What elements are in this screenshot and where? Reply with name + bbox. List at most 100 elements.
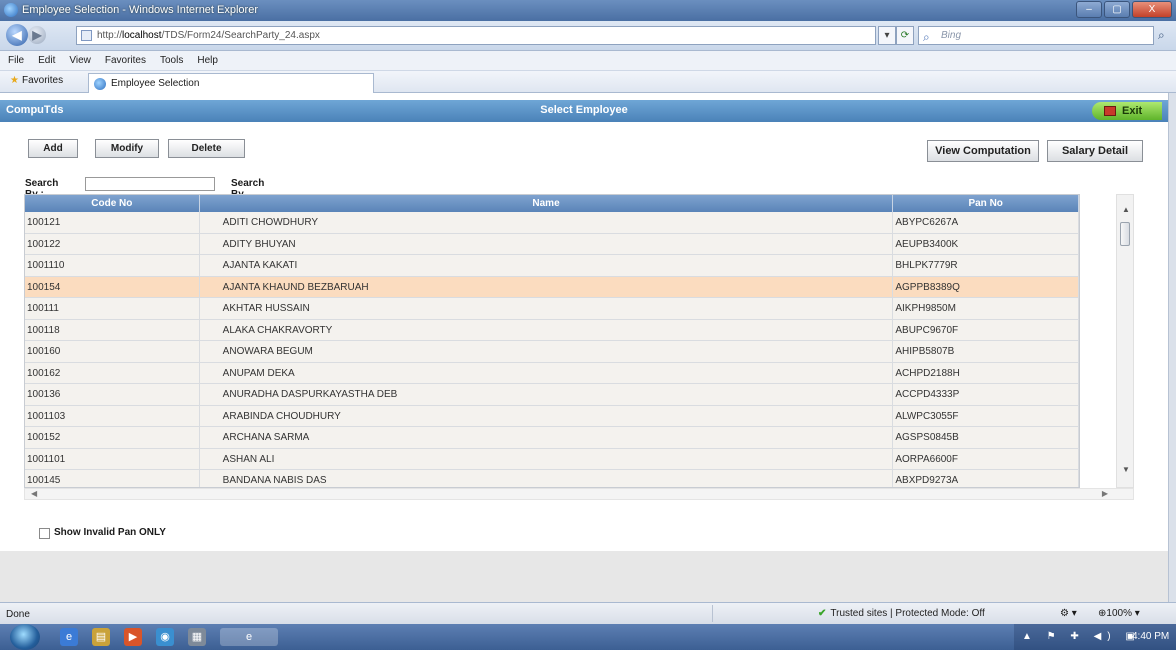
media-taskbar-icon[interactable]: ▶: [124, 628, 142, 646]
table-row[interactable]: 100122 ADITY BHUYAN AEUPB3400K: [25, 233, 1079, 255]
zoom-level[interactable]: ⊕100% ▾: [1098, 608, 1140, 619]
cell-code-no: 100111: [25, 298, 200, 319]
cell-code-no: 1001103: [25, 405, 200, 426]
menu-edit[interactable]: Edit: [38, 51, 55, 70]
bing-icon: ⌕: [923, 30, 930, 44]
close-button[interactable]: X: [1132, 1, 1172, 18]
taskbar: e ▤ ▶ ◉ ▦ e ▲ ⚑ ✚ ◀) ▣ 4:40 PM: [0, 624, 1176, 650]
cell-pan-no: AORPA6600F: [893, 448, 1079, 469]
cell-code-no: 100160: [25, 341, 200, 362]
search-go-icon[interactable]: ⌕: [1158, 28, 1165, 43]
explorer-taskbar-icon[interactable]: ▤: [92, 628, 110, 646]
status-bar: Done ✔ Trusted sites | Protected Mode: Of…: [0, 602, 1176, 624]
column-pan-no[interactable]: Pan No: [893, 195, 1079, 212]
search-input[interactable]: ⌕ Bing: [918, 26, 1154, 45]
page-vertical-scrollbar[interactable]: [1168, 93, 1176, 602]
salary-detail-button[interactable]: Salary Detail: [1047, 140, 1143, 162]
exit-icon: [1104, 106, 1116, 116]
table-row[interactable]: 100160 ANOWARA BEGUM AHIPB5807B: [25, 341, 1079, 363]
address-dropdown-button[interactable]: ▾: [878, 26, 896, 45]
cell-pan-no: ACCPD4333P: [893, 384, 1079, 405]
app-taskbar-icon[interactable]: ▦: [188, 628, 206, 646]
grid-vertical-scrollbar[interactable]: ▲ ▼: [1116, 194, 1134, 488]
star-icon: ★: [10, 75, 19, 86]
start-button-icon[interactable]: [10, 624, 40, 650]
menu-view[interactable]: View: [69, 51, 91, 70]
table-row[interactable]: 100111 AKHTAR HUSSAIN AIKPH9850M: [25, 298, 1079, 320]
ie-taskbar-icon[interactable]: e: [60, 628, 78, 646]
cell-pan-no: ACHPD2188H: [893, 362, 1079, 383]
cell-pan-no: ABUPC9670F: [893, 319, 1079, 340]
url-prefix: http://: [97, 30, 123, 41]
window-titlebar: Employee Selection - Windows Internet Ex…: [0, 0, 1176, 21]
search-by-input[interactable]: [85, 177, 215, 191]
cell-name: BANDANA NABIS DAS: [200, 470, 894, 487]
cell-name: ALAKA CHAKRAVORTY: [200, 319, 894, 340]
table-row[interactable]: 100136 ANURADHA DASPURKAYASTHA DEB ACCPD43…: [25, 384, 1079, 406]
url-field[interactable]: http://localhost/TDS/Form24/SearchParty_…: [76, 26, 876, 45]
menu-file[interactable]: File: [8, 51, 24, 70]
exit-label: Exit: [1122, 105, 1143, 117]
delete-button[interactable]: Delete: [168, 139, 245, 158]
table-row[interactable]: 1001103 ARABINDA CHOUDHURY ALWPC3055F: [25, 405, 1079, 427]
cell-name: ARABINDA CHOUDHURY: [200, 405, 894, 426]
tab-title: Employee Selection: [111, 78, 200, 89]
cell-pan-no: AEUPB3400K: [893, 233, 1079, 254]
search-placeholder: Bing: [941, 30, 962, 41]
favorites-label: Favorites: [21, 75, 64, 86]
menu-favorites[interactable]: Favorites: [105, 51, 146, 70]
favorites-bar: ★ Favorites Employee Selection: [0, 71, 1176, 93]
status-separators: [712, 605, 816, 622]
scroll-right-icon[interactable]: ▶: [1102, 489, 1108, 498]
scroll-up-icon[interactable]: ▲: [1122, 205, 1130, 214]
scroll-down-icon[interactable]: ▼: [1122, 465, 1130, 474]
table-row[interactable]: 100118 ALAKA CHAKRAVORTY ABUPC9670F: [25, 319, 1079, 341]
security-zone[interactable]: ✔ Trusted sites | Protected Mode: Off: [818, 608, 985, 619]
table-row[interactable]: 100152 ARCHANA SARMA AGSPS0845B: [25, 427, 1079, 449]
browser-tab[interactable]: Employee Selection: [88, 73, 374, 93]
scroll-thumb[interactable]: [1120, 222, 1130, 246]
cell-code-no: 100118: [25, 319, 200, 340]
clock[interactable]: 4:40 PM: [1132, 631, 1169, 642]
menu-help[interactable]: Help: [197, 51, 218, 70]
menu-tools[interactable]: Tools: [160, 51, 183, 70]
status-text: Done: [6, 609, 30, 620]
table-row[interactable]: 1001101 ASHAN ALI AORPA6600F: [25, 448, 1079, 470]
modify-button[interactable]: Modify: [95, 139, 159, 158]
cell-code-no: 100122: [25, 233, 200, 254]
cell-name: ADITY BHUYAN: [200, 233, 894, 254]
maximize-button[interactable]: ▢: [1104, 1, 1130, 18]
cell-name: ARCHANA SARMA: [200, 427, 894, 448]
column-code-no[interactable]: Code No: [25, 195, 200, 212]
table-row[interactable]: 1001110 AJANTA KAKATI BHLPK7779R: [25, 255, 1079, 277]
view-computation-button[interactable]: View Computation: [927, 140, 1039, 162]
page-icon: [81, 30, 92, 41]
exit-button[interactable]: Exit: [1092, 102, 1162, 120]
cell-code-no: 100136: [25, 384, 200, 405]
table-row[interactable]: 100162 ANUPAM DEKA ACHPD2188H: [25, 362, 1079, 384]
cell-pan-no: AGPPB8389Q: [893, 276, 1079, 297]
cell-code-no: 100154: [25, 276, 200, 297]
tray-icons[interactable]: ▲ ⚑ ✚ ◀) ▣: [1022, 631, 1141, 642]
ie-window-taskbar-button[interactable]: e: [220, 628, 278, 646]
favorites-button[interactable]: ★ Favorites: [10, 75, 63, 86]
page-content: CompuTds Select Employee Exit Add Modify…: [0, 93, 1168, 602]
show-invalid-pan-checkbox[interactable]: [39, 528, 50, 539]
minimize-button[interactable]: –: [1076, 1, 1102, 18]
cell-name: ANOWARA BEGUM: [200, 341, 894, 362]
table-row[interactable]: 100121 ADITI CHOWDHURY ABYPC6267A: [25, 212, 1079, 234]
refresh-button[interactable]: ⟳: [896, 26, 914, 45]
cell-code-no: 100162: [25, 362, 200, 383]
scroll-left-icon[interactable]: ◀: [31, 489, 37, 498]
grid-horizontal-scrollbar[interactable]: ◀ ▶: [24, 488, 1134, 500]
settings-icon[interactable]: ⚙ ▾: [1060, 608, 1077, 619]
forward-button[interactable]: ▶: [28, 26, 46, 44]
cell-name: AJANTA KHAUND BEZBARUAH: [200, 276, 894, 297]
back-button[interactable]: ◀: [6, 24, 28, 46]
chrome-taskbar-icon[interactable]: ◉: [156, 628, 174, 646]
column-name[interactable]: Name: [200, 195, 894, 212]
grid-body: 100121 ADITI CHOWDHURY ABYPC6267A 100122 ADI…: [25, 212, 1079, 487]
add-button[interactable]: Add: [28, 139, 78, 158]
table-row[interactable]: 100154 AJANTA KHAUND BEZBARUAH AGPPB8389Q: [25, 276, 1079, 298]
table-row[interactable]: 100145 BANDANA NABIS DAS ABXPD9273A: [25, 470, 1079, 487]
